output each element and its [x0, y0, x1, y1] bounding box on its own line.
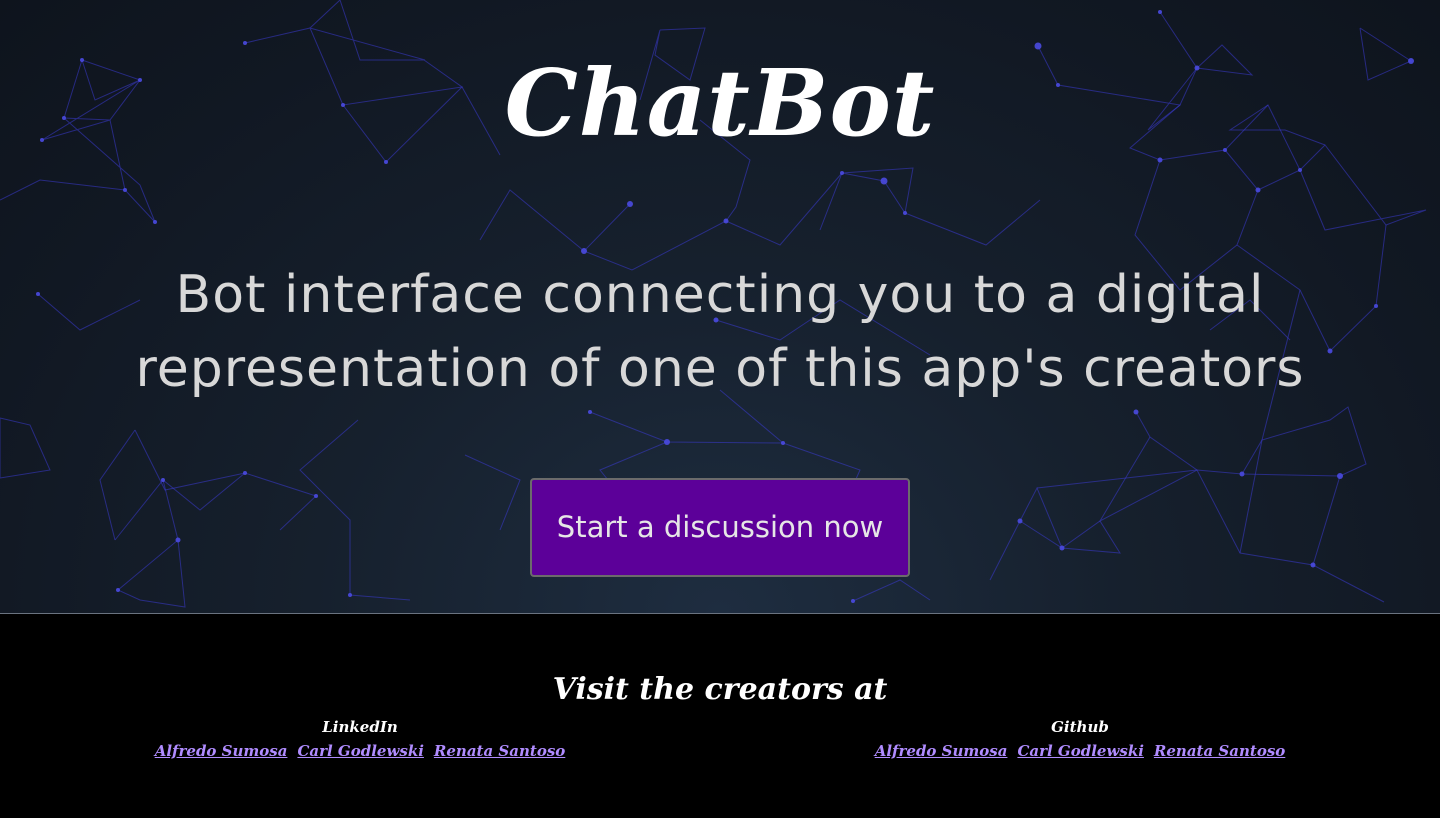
linkedin-link-carl-godlewski[interactable]: Carl Godlewski [297, 742, 423, 760]
app-title: ChatBot [504, 49, 936, 157]
start-discussion-button[interactable]: Start a discussion now [530, 478, 910, 577]
github-link-renata-santoso[interactable]: Renata Santoso [1154, 742, 1285, 760]
linkedin-link-renata-santoso[interactable]: Renata Santoso [434, 742, 565, 760]
github-link-alfredo-sumosa[interactable]: Alfredo Sumosa [875, 742, 1008, 760]
footer-heading: Visit the creators at [552, 672, 888, 707]
github-link-carl-godlewski[interactable]: Carl Godlewski [1017, 742, 1143, 760]
linkedin-link-alfredo-sumosa[interactable]: Alfredo Sumosa [155, 742, 288, 760]
github-links-section: Github Alfredo Sumosa Carl Godlewski Ren… [720, 717, 1440, 761]
hero-section: ChatBot Bot interface connecting you to … [0, 0, 1440, 614]
linkedin-title: LinkedIn [322, 718, 398, 736]
github-title: Github [1051, 718, 1109, 736]
linkedin-links-section: LinkedIn Alfredo Sumosa Carl Godlewski R… [0, 717, 720, 761]
app-tagline: Bot interface connecting you to a digita… [135, 265, 1305, 399]
footer: Visit the creators at LinkedIn Alfredo S… [0, 614, 1440, 818]
